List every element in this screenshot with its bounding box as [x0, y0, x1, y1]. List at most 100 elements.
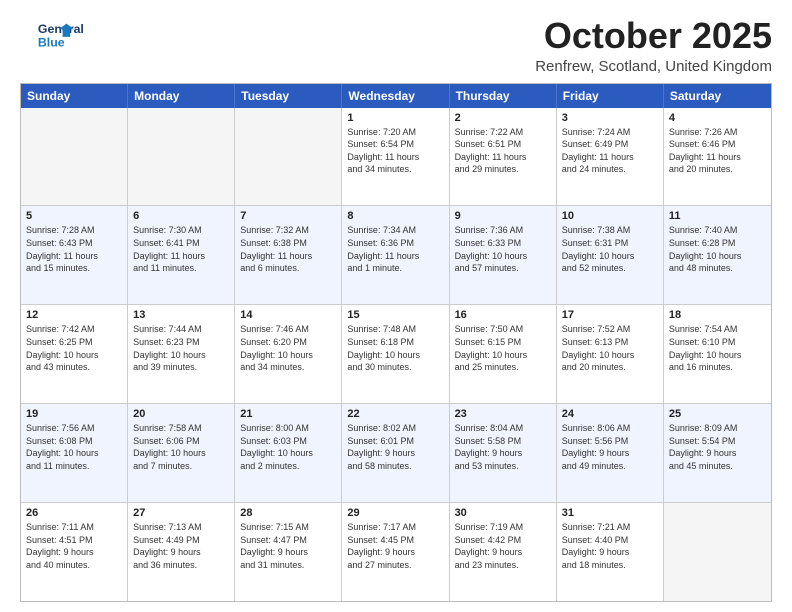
day-info: Sunrise: 7:40 AM Sunset: 6:28 PM Dayligh…	[669, 224, 766, 274]
logo: General Blue	[20, 16, 90, 54]
day-number: 26	[26, 507, 122, 519]
day-number: 9	[455, 210, 551, 222]
location-title: Renfrew, Scotland, United Kingdom	[535, 58, 772, 75]
day-cell-8: 8 Sunrise: 7:34 AM Sunset: 6:36 PM Daylig…	[342, 206, 449, 304]
day-info: Sunrise: 7:24 AM Sunset: 6:49 PM Dayligh…	[562, 126, 658, 176]
weekday-header-saturday: Saturday	[664, 84, 771, 108]
weekday-header-monday: Monday	[128, 84, 235, 108]
day-number: 30	[455, 507, 551, 519]
day-number: 10	[562, 210, 658, 222]
day-cell-12: 12 Sunrise: 7:42 AM Sunset: 6:25 PM Dayli…	[21, 305, 128, 403]
day-info: Sunrise: 8:02 AM Sunset: 6:01 PM Dayligh…	[347, 422, 443, 472]
calendar-body: 1 Sunrise: 7:20 AM Sunset: 6:54 PM Daylig…	[21, 108, 771, 601]
day-number: 2	[455, 112, 551, 124]
day-info: Sunrise: 7:28 AM Sunset: 6:43 PM Dayligh…	[26, 224, 122, 274]
day-cell-22: 22 Sunrise: 8:02 AM Sunset: 6:01 PM Dayli…	[342, 404, 449, 502]
calendar-row-2: 5Sunrise: 7:28 AM Sunset: 6:43 PM Daylig…	[21, 205, 771, 304]
day-cell-21: 21 Sunrise: 8:00 AM Sunset: 6:03 PM Dayli…	[235, 404, 342, 502]
weekday-header-sunday: Sunday	[21, 84, 128, 108]
day-cell-16: 16 Sunrise: 7:50 AM Sunset: 6:15 PM Dayli…	[450, 305, 557, 403]
day-info: Sunrise: 7:13 AM Sunset: 4:49 PM Dayligh…	[133, 521, 229, 571]
day-number: 17	[562, 309, 658, 321]
calendar: SundayMondayTuesdayWednesdayThursdayFrid…	[20, 83, 772, 602]
day-cell-24: 24 Sunrise: 8:06 AM Sunset: 5:56 PM Dayli…	[557, 404, 664, 502]
day-number: 13	[133, 309, 229, 321]
day-info: Sunrise: 7:30 AM Sunset: 6:41 PM Dayligh…	[133, 224, 229, 274]
day-cell-13: 13 Sunrise: 7:44 AM Sunset: 6:23 PM Dayli…	[128, 305, 235, 403]
day-info: Sunrise: 7:38 AM Sunset: 6:31 PM Dayligh…	[562, 224, 658, 274]
day-cell-11: 11 Sunrise: 7:40 AM Sunset: 6:28 PM Dayli…	[664, 206, 771, 304]
day-info: Sunrise: 7:20 AM Sunset: 6:54 PM Dayligh…	[347, 126, 443, 176]
day-info: Sunrise: 8:00 AM Sunset: 6:03 PM Dayligh…	[240, 422, 336, 472]
day-number: 24	[562, 408, 658, 420]
day-number: 16	[455, 309, 551, 321]
weekday-header-friday: Friday	[557, 84, 664, 108]
day-info: Sunrise: 7:21 AM Sunset: 4:40 PM Dayligh…	[562, 521, 658, 571]
day-cell-1: 1 Sunrise: 7:20 AM Sunset: 6:54 PM Daylig…	[342, 108, 449, 206]
day-info: Sunrise: 7:19 AM Sunset: 4:42 PM Dayligh…	[455, 521, 551, 571]
day-info: Sunrise: 7:56 AM Sunset: 6:08 PM Dayligh…	[26, 422, 122, 472]
day-cell-31: 31 Sunrise: 7:21 AM Sunset: 4:40 PM Dayli…	[557, 503, 664, 601]
day-number: 21	[240, 408, 336, 420]
day-info: Sunrise: 7:17 AM Sunset: 4:45 PM Dayligh…	[347, 521, 443, 571]
day-number: 4	[669, 112, 766, 124]
calendar-row-4: 19Sunrise: 7:56 AM Sunset: 6:08 PM Dayli…	[21, 403, 771, 502]
day-number: 7	[240, 210, 336, 222]
weekday-header-wednesday: Wednesday	[342, 84, 449, 108]
empty-cell-0-2	[235, 108, 342, 206]
day-info: Sunrise: 7:50 AM Sunset: 6:15 PM Dayligh…	[455, 323, 551, 373]
day-cell-10: 10 Sunrise: 7:38 AM Sunset: 6:31 PM Dayli…	[557, 206, 664, 304]
day-info: Sunrise: 7:11 AM Sunset: 4:51 PM Dayligh…	[26, 521, 122, 571]
day-cell-25: 25Sunrise: 8:09 AM Sunset: 5:54 PM Dayli…	[664, 404, 771, 502]
day-cell-29: 29 Sunrise: 7:17 AM Sunset: 4:45 PM Dayli…	[342, 503, 449, 601]
title-block: October 2025 Renfrew, Scotland, United K…	[535, 16, 772, 75]
day-number: 12	[26, 309, 122, 321]
header: General Blue October 2025 Renfrew, Scotl…	[20, 16, 772, 75]
day-cell-15: 15Sunrise: 7:48 AM Sunset: 6:18 PM Dayli…	[342, 305, 449, 403]
day-number: 31	[562, 507, 658, 519]
calendar-row-5: 26 Sunrise: 7:11 AM Sunset: 4:51 PM Dayli…	[21, 502, 771, 601]
day-cell-20: 20 Sunrise: 7:58 AM Sunset: 6:06 PM Dayli…	[128, 404, 235, 502]
day-number: 22	[347, 408, 443, 420]
day-cell-9: 9 Sunrise: 7:36 AM Sunset: 6:33 PM Daylig…	[450, 206, 557, 304]
day-cell-4: 4 Sunrise: 7:26 AM Sunset: 6:46 PM Daylig…	[664, 108, 771, 206]
day-cell-2: 2 Sunrise: 7:22 AM Sunset: 6:51 PM Daylig…	[450, 108, 557, 206]
day-number: 1	[347, 112, 443, 124]
day-info: Sunrise: 7:36 AM Sunset: 6:33 PM Dayligh…	[455, 224, 551, 274]
day-cell-26: 26 Sunrise: 7:11 AM Sunset: 4:51 PM Dayli…	[21, 503, 128, 601]
day-cell-23: 23 Sunrise: 8:04 AM Sunset: 5:58 PM Dayli…	[450, 404, 557, 502]
day-info: Sunrise: 7:42 AM Sunset: 6:25 PM Dayligh…	[26, 323, 122, 373]
day-info: Sunrise: 7:46 AM Sunset: 6:20 PM Dayligh…	[240, 323, 336, 373]
day-info: Sunrise: 7:44 AM Sunset: 6:23 PM Dayligh…	[133, 323, 229, 373]
day-info: Sunrise: 7:32 AM Sunset: 6:38 PM Dayligh…	[240, 224, 336, 274]
day-number: 23	[455, 408, 551, 420]
day-number: 6	[133, 210, 229, 222]
svg-text:Blue: Blue	[38, 35, 65, 49]
day-number: 11	[669, 210, 766, 222]
day-number: 20	[133, 408, 229, 420]
logo-icon: General Blue	[20, 16, 90, 54]
day-info: Sunrise: 7:26 AM Sunset: 6:46 PM Dayligh…	[669, 126, 766, 176]
day-number: 29	[347, 507, 443, 519]
day-info: Sunrise: 7:22 AM Sunset: 6:51 PM Dayligh…	[455, 126, 551, 176]
day-info: Sunrise: 7:52 AM Sunset: 6:13 PM Dayligh…	[562, 323, 658, 373]
calendar-row-3: 12 Sunrise: 7:42 AM Sunset: 6:25 PM Dayli…	[21, 304, 771, 403]
day-info: Sunrise: 8:06 AM Sunset: 5:56 PM Dayligh…	[562, 422, 658, 472]
day-info: Sunrise: 7:34 AM Sunset: 6:36 PM Dayligh…	[347, 224, 443, 274]
empty-cell-4-6	[664, 503, 771, 601]
day-number: 18	[669, 309, 766, 321]
day-cell-14: 14Sunrise: 7:46 AM Sunset: 6:20 PM Dayli…	[235, 305, 342, 403]
day-number: 8	[347, 210, 443, 222]
day-number: 25	[669, 408, 766, 420]
month-title: October 2025	[535, 16, 772, 56]
page: General Blue October 2025 Renfrew, Scotl…	[0, 0, 792, 612]
weekday-header-tuesday: Tuesday	[235, 84, 342, 108]
empty-cell-0-1	[128, 108, 235, 206]
day-info: Sunrise: 8:04 AM Sunset: 5:58 PM Dayligh…	[455, 422, 551, 472]
day-cell-28: 28Sunrise: 7:15 AM Sunset: 4:47 PM Dayli…	[235, 503, 342, 601]
day-cell-27: 27Sunrise: 7:13 AM Sunset: 4:49 PM Dayli…	[128, 503, 235, 601]
day-cell-18: 18Sunrise: 7:54 AM Sunset: 6:10 PM Dayli…	[664, 305, 771, 403]
day-cell-30: 30 Sunrise: 7:19 AM Sunset: 4:42 PM Dayli…	[450, 503, 557, 601]
day-info: Sunrise: 7:15 AM Sunset: 4:47 PM Dayligh…	[240, 521, 336, 571]
day-info: Sunrise: 7:58 AM Sunset: 6:06 PM Dayligh…	[133, 422, 229, 472]
